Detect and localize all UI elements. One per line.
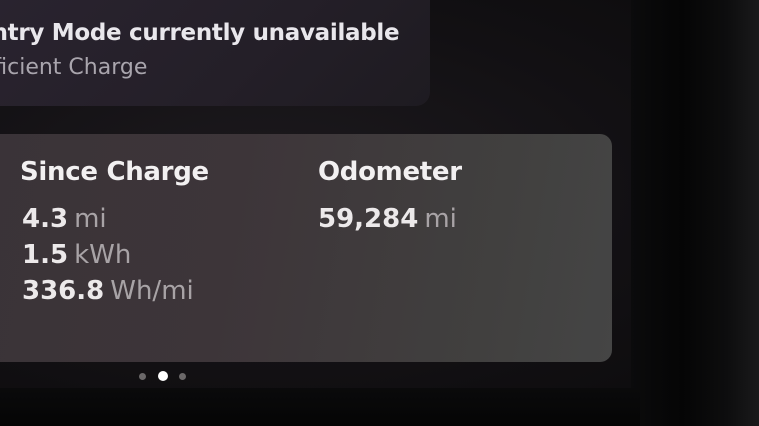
stat-unit: Wh/mi <box>110 276 194 306</box>
page-dot-active[interactable] <box>158 371 168 381</box>
page-indicator[interactable] <box>136 370 192 382</box>
odometer-title: Odometer <box>318 157 462 187</box>
screen-bezel-bottom <box>0 388 640 426</box>
since-charge-distance: 4.3 mi <box>22 204 107 234</box>
stat-value: 4.3 <box>22 204 69 234</box>
stat-unit: mi <box>74 204 107 234</box>
since-charge-efficiency: 336.8 Wh/mi <box>22 276 194 306</box>
stat-value: 1.5 <box>22 240 69 270</box>
page-dot[interactable] <box>139 373 146 380</box>
stat-unit: kWh <box>74 240 132 270</box>
since-charge-energy: 1.5 kWh <box>22 240 131 270</box>
sentry-mode-alert-card[interactable]: Sentry Mode currently unavailable Insuff… <box>0 0 430 106</box>
stat-value: 59,284 <box>318 204 419 234</box>
page-dot[interactable] <box>179 373 186 380</box>
trip-stats-card[interactable]: Since Charge 4.3 mi 1.5 kWh 336.8 Wh/mi Odo… <box>0 134 612 362</box>
touchscreen: Sentry Mode currently unavailable Insuff… <box>0 0 759 426</box>
since-charge-title: Since Charge <box>20 157 209 187</box>
odometer-reading: 59,284 mi <box>318 204 457 234</box>
stat-value: 336.8 <box>22 276 105 306</box>
stat-unit: mi <box>424 204 457 234</box>
screen-bezel-right <box>631 0 759 426</box>
alert-subtitle: Insufficient Charge <box>0 55 148 80</box>
alert-title: Sentry Mode currently unavailable <box>0 20 400 46</box>
